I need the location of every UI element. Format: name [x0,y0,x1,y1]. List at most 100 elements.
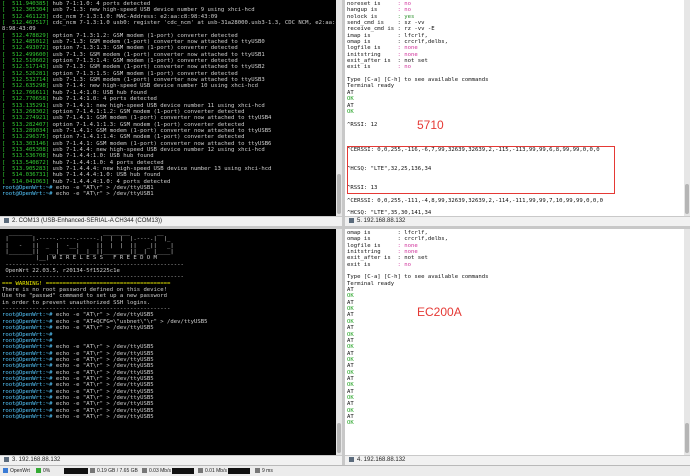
log-timestamp: [ 513.282407] [2,121,50,128]
shell-command: echo -e "AT\r" > /dev/ttyUSB5 [52,388,154,395]
log-message: usb 7-1.3: GSM modem (1-port) converter … [49,51,265,58]
log-message: usb 7-1.3: GSM modem (1-port) converter … [49,39,265,46]
log-timestamp: [ 512.461123] [2,13,50,20]
log-message: option 7-1.3:1.2: GSM modem (1-port) con… [49,32,238,39]
log-message: usb 7-1.4: new high-speed USB device num… [49,83,258,90]
log-message: usb 7-1.4.1: GSM modem (1-port) converte… [49,140,272,147]
log-timestamp: [ 513.268302] [2,108,50,115]
session-caption[interactable]: 3. 192.168.88.132 [0,455,342,465]
setting-value: : crcrlf,delbs, [397,236,449,243]
module-label-5710: 5710 [417,118,444,132]
net-down-graph [228,468,250,474]
terminal-ssh-3[interactable]: _______ ________ __ | |.-----.-----.----… [0,229,342,455]
setting-value: : not set [397,58,428,65]
setting-value: : no [397,261,412,268]
session-caption[interactable]: 4. 192.168.88.132 [345,455,690,465]
log-timestamp: [ 513.296375] [2,134,50,141]
setting-key: exit is [347,64,398,71]
log-timestamp: [ 512.478829] [2,32,50,39]
log-message: usb 7-1.4.1: GSM modem (1-port) converte… [49,115,272,122]
shell-prompt: root@OpenWrt:~# [2,356,53,363]
terminal-line: root@OpenWrt:~# echo -e "AT\r" > /dev/tt… [2,191,340,197]
terminal-output: omap is : lfcrlf, omap is : crcrlf,delbs,… [345,229,690,428]
shell-command: echo -e "AT\r" > /dev/ttyUSB5 [52,382,154,389]
log-message: hub 7-1.4.4.4:1.0: 4 ports detected [49,178,171,185]
shell-prompt: root@OpenWrt:~# [2,394,53,401]
log-message: hub 7-1.4:1.0: 4 ports detected [49,96,157,103]
highlight-box [347,146,615,194]
log-timestamp: [ 512.766611] [2,89,50,96]
log-timestamp: [ 512.467517] [2,20,50,27]
setting-value: : rz -vv -E [397,26,435,33]
log-timestamp: [ 512.635298] [2,83,50,90]
setting-key: exit is [347,261,398,268]
log-timestamp: [ 512.305304] [2,7,50,14]
shell-command: echo -e "AT\r" > /dev/ttyUSB1 [52,184,154,191]
log-timestamp: [ 513.405308] [2,146,50,153]
session-caption[interactable]: 2. COM13 (USB-Enhanced-SERIAL-A CH344 (C… [0,216,342,226]
scrollbar[interactable] [336,229,342,455]
log-message: option 7-1.3:1.5: GSM modem (1-port) con… [49,70,238,77]
session-caption[interactable]: 5. 192.168.88.132 [345,216,690,226]
log-timestamp: [ 513.536708] [2,153,50,160]
log-timestamp: [ 513.289034] [2,127,50,134]
shell-prompt: root@OpenWrt:~# [2,382,53,389]
log-message: usb 7-1.4.1: GSM modem (1-port) converte… [49,127,272,134]
log-message: option 7-1.4.1:1.2: GSM modem (1-port) c… [49,108,245,115]
session-pane-ssh-5[interactable]: noreset is : no hangup is : no nolock is :… [345,0,690,226]
log-message: option 7-1.3:1.3: GSM modem (1-port) con… [49,45,238,52]
setting-key: exit_after is [347,255,398,262]
setting-value: : sz -vv [397,20,425,27]
log-timestamp: [ 513.540872] [2,159,50,166]
shell-prompt: root@OpenWrt:~# [2,388,53,395]
log-timestamp: [ 512.485012] [2,39,50,46]
log-timestamp: [ 512.499600] [2,51,50,58]
latency-icon [255,468,260,474]
setting-key: omap is [347,236,398,243]
log-message: usb 7-1.4.4: new high-speed USB device n… [49,146,265,153]
log-message: option 7-1.4.1:1.4: GSM modem (1-port) c… [49,134,245,141]
session-pane-ssh-4[interactable]: omap is : lfcrlf, omap is : crcrlf,delbs,… [345,229,690,465]
setting-key: send_cmd is [347,20,398,27]
setting-value: : no [397,64,412,71]
terminal-com13[interactable]: [ 511.940385] hub 7-1:1.0: 4 ports detec… [0,0,342,216]
setting-value: : no [397,7,412,14]
shell-prompt: root@OpenWrt:~# [2,318,53,325]
shell-command: echo -e "AT\r" > /dev/ttyUSB1 [52,191,154,198]
upload-icon [142,468,147,474]
setting-key: omap is [347,39,398,46]
log-message: hub 7-1:1.0: 4 ports detected [49,1,151,7]
log-timestamp: [ 512.510602] [2,58,50,65]
log-timestamp: [ 512.532714] [2,77,50,84]
terminal-ssh-4[interactable]: omap is : lfcrlf, omap is : crcrlf,delbs,… [345,229,690,455]
log-timestamp: [ 513.274921] [2,115,50,122]
log-timestamp: [ 514.041063] [2,178,50,185]
shell-prompt: root@OpenWrt:~# [2,401,53,408]
scrollbar[interactable] [684,0,690,216]
session-pane-ssh-3[interactable]: _______ ________ __ | |.-----.-----.----… [0,229,342,465]
log-message: usb 7-1.3: new high-speed USB device num… [49,7,255,14]
serial-port-icon [4,217,9,223]
log-message: cdc_ncm 7-1.3:1.0 usb0: register 'cdc_nc… [49,20,339,27]
shell-prompt: root@OpenWrt:~# [2,369,53,376]
shell-command: echo -e "AT\r" > /dev/ttyUSB5 [52,369,154,376]
terminal-output: _______ ________ __ | |.-----.-----.----… [0,229,342,421]
shell-command: echo -e "AT\r" > /dev/ttyUSB5 [52,363,154,370]
shell-command: echo -e "AT\r" > /dev/ttyUSB5 [52,350,154,357]
scrollbar[interactable] [684,229,690,455]
setting-key: hangup is [347,7,398,14]
setting-value: : none [397,45,418,52]
shell-prompt: root@OpenWrt:~# [2,325,53,332]
setting-key: imap is [347,32,398,39]
setting-value: : yes [397,13,415,20]
setting-value: : crcrlf,delbs, [397,39,449,46]
shell-command: echo -e "AT\r" > /dev/ttyUSB5 [52,401,154,408]
log-message: cdc_ncm 7-1.3:1.0: MAC-Address: e2:aa:c8… [49,13,218,20]
shell-prompt: root@OpenWrt:~# [2,191,53,198]
setting-key: receive_cmd is [347,26,398,33]
scrollbar[interactable] [336,0,342,216]
log-message: hub 7-1.4.4:1.0: 4 ports detected [49,159,164,166]
app-icon [3,468,8,474]
session-pane-com13[interactable]: [ 511.940385] hub 7-1:1.0: 4 ports detec… [0,0,342,226]
setting-key: nolock is [347,13,398,20]
